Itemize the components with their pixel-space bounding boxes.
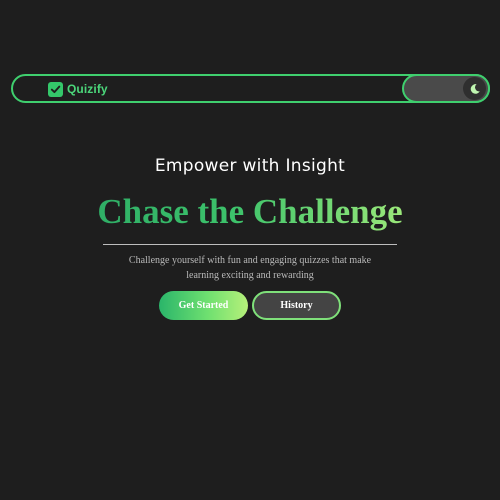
page: Quizify Empower with Insight Chase the C… xyxy=(0,0,500,500)
brand-logo[interactable]: Quizify xyxy=(48,80,108,98)
moon-icon xyxy=(470,83,480,94)
divider xyxy=(103,244,397,245)
toggle-knob[interactable] xyxy=(463,77,486,100)
navbar: Quizify xyxy=(11,74,490,103)
hero-subtitle: Empower with Insight xyxy=(154,156,346,176)
hero-headline: Chase the Challenge xyxy=(0,190,500,234)
checkbox-icon xyxy=(48,81,63,97)
history-button[interactable]: History xyxy=(252,291,341,320)
theme-toggle[interactable] xyxy=(402,74,490,103)
get-started-button[interactable]: Get Started xyxy=(159,291,248,320)
hero-description: Challenge yourself with fun and engaging… xyxy=(128,255,372,281)
brand-name: Quizify xyxy=(67,82,108,96)
hero-headline-text: Chase the Challenge xyxy=(97,192,403,231)
